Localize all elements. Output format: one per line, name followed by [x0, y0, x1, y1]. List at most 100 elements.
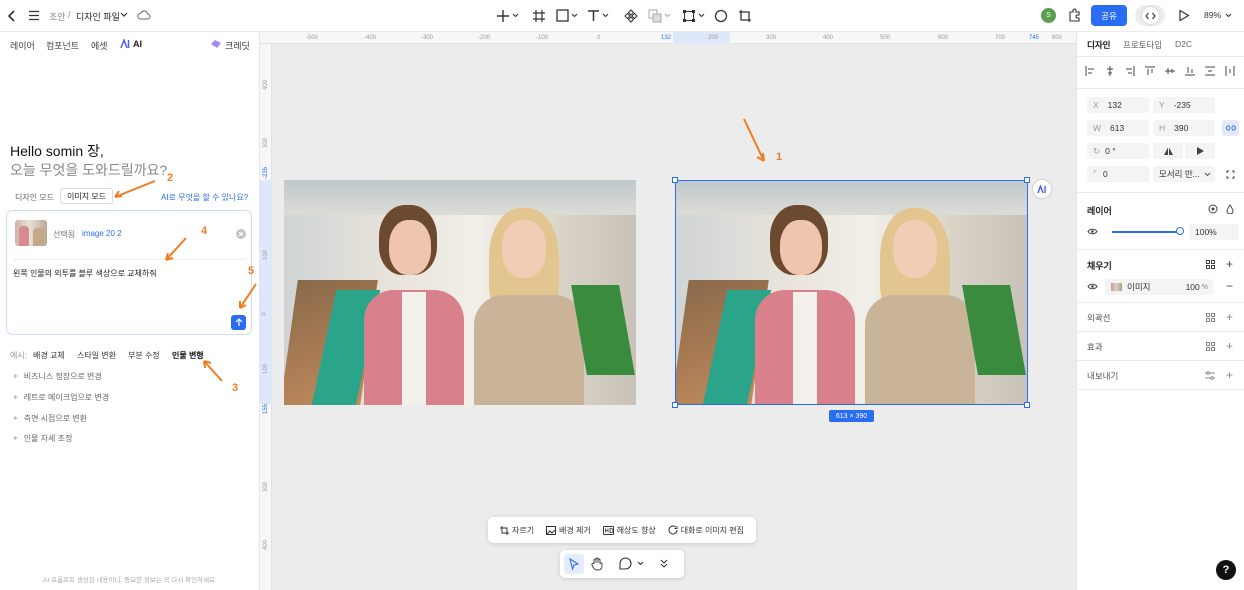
flip-horizontal-button[interactable]: [1153, 143, 1183, 159]
lock-ratio-icon[interactable]: [1222, 120, 1239, 136]
eye-icon[interactable]: [1087, 283, 1098, 290]
style-grid-icon[interactable]: [1206, 260, 1215, 269]
text-tool-icon[interactable]: [587, 9, 600, 22]
credit-label[interactable]: 크레딧: [225, 39, 250, 52]
ellipse-icon[interactable]: [714, 9, 728, 23]
expand-down-icon[interactable]: [660, 559, 668, 568]
component-icon[interactable]: [624, 9, 638, 23]
back-icon[interactable]: [6, 9, 18, 23]
height-field[interactable]: H 390: [1153, 120, 1215, 136]
boolean-icon[interactable]: [648, 9, 662, 23]
user-avatar[interactable]: S: [1041, 8, 1056, 23]
ai-edit-badge[interactable]: [1033, 180, 1051, 198]
prompt-input[interactable]: 왼쪽 인물의 외투를 블루 색상으로 교체하줘: [13, 268, 157, 279]
add-icon[interactable]: [496, 9, 510, 23]
rotation-field[interactable]: ↻ 0 °: [1087, 143, 1149, 159]
boolean-dropdown-chevron-icon[interactable]: [664, 13, 671, 18]
dev-mode-toggle[interactable]: [1135, 5, 1165, 26]
expand-corners-icon[interactable]: [1226, 170, 1235, 179]
resize-handle[interactable]: [672, 402, 678, 408]
file-name[interactable]: 디자인 파일: [76, 10, 120, 23]
help-link[interactable]: AI로 무엇을 할 수 있나요?: [161, 192, 248, 203]
send-button[interactable]: [231, 315, 246, 330]
blend-drop-icon[interactable]: [1226, 204, 1234, 214]
distribute-horizontal-icon[interactable]: [1225, 66, 1235, 76]
add-dropdown-chevron-icon[interactable]: [512, 13, 519, 18]
suggestion-item[interactable]: ✦ 측면 시점으로 변환: [12, 413, 87, 424]
tab-prototype[interactable]: 프로토타입: [1123, 39, 1162, 51]
crop-icon[interactable]: [738, 9, 752, 23]
fill-item[interactable]: 이미지 100 %: [1105, 279, 1213, 295]
comment-tool-icon[interactable]: [619, 557, 632, 570]
comment-chevron-icon[interactable]: [637, 561, 644, 566]
opacity-slider-thumb[interactable]: [1176, 227, 1184, 235]
example-chip-bg-replace[interactable]: 배경 교체: [33, 350, 65, 361]
example-chip-partial[interactable]: 부분 수정: [128, 350, 160, 361]
share-button[interactable]: 공유: [1091, 5, 1127, 26]
hand-tool-icon[interactable]: [591, 557, 604, 571]
zoom-level[interactable]: 89%: [1204, 10, 1221, 20]
add-stroke-icon[interactable]: +: [1226, 310, 1233, 324]
width-field[interactable]: W 613: [1087, 120, 1149, 136]
resize-handle[interactable]: [672, 177, 678, 183]
move-tool-icon[interactable]: [564, 554, 584, 574]
align-middle-icon[interactable]: [1165, 66, 1175, 76]
clear-selection-icon[interactable]: [236, 229, 246, 239]
zoom-chevron-icon[interactable]: [1225, 13, 1232, 18]
example-chip-style[interactable]: 스타일 변환: [77, 350, 116, 361]
text-dropdown-chevron-icon[interactable]: [602, 13, 609, 18]
tab-design[interactable]: 디자인: [1087, 39, 1110, 51]
distribute-vertical-icon[interactable]: [1205, 66, 1215, 76]
y-field[interactable]: Y -235: [1153, 97, 1215, 113]
mode-design-tab[interactable]: 디자인 모드: [15, 192, 54, 203]
canvas[interactable]: -500 -400 -300 -200 -100 0 132 200 300 4…: [260, 32, 1076, 590]
opacity-slider[interactable]: [1112, 231, 1179, 233]
tab-components[interactable]: 컴포넌트: [46, 39, 79, 52]
chevron-down-icon[interactable]: [120, 12, 128, 18]
resize-handle[interactable]: [1024, 402, 1030, 408]
add-fill-icon[interactable]: +: [1226, 257, 1233, 271]
remove-fill-icon[interactable]: −: [1226, 279, 1233, 293]
vector-dropdown-chevron-icon[interactable]: [698, 13, 705, 18]
corner-mode-select[interactable]: 모서리 반...: [1153, 166, 1215, 182]
menu-icon[interactable]: [28, 10, 40, 21]
rectangle-icon[interactable]: [556, 9, 569, 22]
vector-edit-icon[interactable]: [682, 9, 696, 23]
tab-d2c[interactable]: D2C: [1175, 39, 1192, 49]
visibility-mode-icon[interactable]: [1208, 204, 1218, 214]
suggestion-item[interactable]: ✦ 레트로 메이크업으로 변경: [12, 392, 109, 403]
opacity-field[interactable]: 100%: [1189, 224, 1239, 240]
eye-icon[interactable]: [1087, 228, 1098, 235]
chat-edit-icon: [668, 525, 678, 535]
play-icon[interactable]: [1178, 9, 1190, 22]
style-grid-icon[interactable]: [1206, 313, 1215, 322]
plugin-icon[interactable]: [1068, 8, 1082, 23]
corner-radius-field[interactable]: ⌜ 0: [1087, 166, 1149, 182]
resize-handle[interactable]: [1024, 177, 1030, 183]
flip-vertical-button[interactable]: [1185, 143, 1215, 159]
breadcrumb-parent[interactable]: 초안: [49, 10, 66, 23]
frame-icon[interactable]: [532, 9, 546, 23]
tab-layers[interactable]: 레이어: [10, 39, 35, 52]
add-effect-icon[interactable]: +: [1226, 339, 1233, 353]
chat-edit-button[interactable]: 대화로 이미지 편집: [668, 525, 744, 536]
style-grid-icon[interactable]: [1206, 342, 1215, 351]
upscale-button[interactable]: 해상도 향상: [602, 525, 656, 536]
align-right-icon[interactable]: [1125, 66, 1135, 76]
help-button[interactable]: ?: [1216, 560, 1236, 580]
suggestion-item[interactable]: ✦ 비즈니스 정장으로 변경: [12, 371, 102, 382]
suggestion-item[interactable]: ✦ 인물 자세 조정: [12, 433, 72, 444]
tab-assets[interactable]: 에셋: [91, 39, 108, 52]
export-settings-icon[interactable]: [1205, 371, 1215, 380]
align-top-icon[interactable]: [1145, 66, 1155, 76]
crop-button[interactable]: 자르기: [499, 525, 534, 536]
tab-ai[interactable]: AI: [133, 39, 142, 49]
align-left-icon[interactable]: [1085, 66, 1095, 76]
image-left[interactable]: [284, 180, 636, 405]
remove-background-button[interactable]: 배경 제거: [546, 525, 591, 536]
x-field[interactable]: X 132: [1087, 97, 1149, 113]
shape-dropdown-chevron-icon[interactable]: [571, 13, 578, 18]
align-bottom-icon[interactable]: [1185, 66, 1195, 76]
align-center-icon[interactable]: [1105, 66, 1115, 76]
add-export-icon[interactable]: +: [1226, 368, 1233, 382]
